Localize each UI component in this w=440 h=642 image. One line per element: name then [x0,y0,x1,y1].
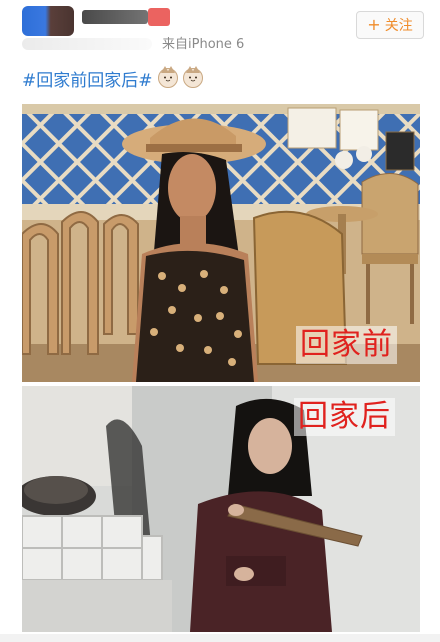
caption-before: 回家前 [296,326,397,364]
card-divider [0,634,440,642]
post-source: 来自iPhone 6 [162,37,245,52]
photo-after[interactable]: 回家后 [22,386,420,632]
username-obscured[interactable] [82,10,148,24]
weibo-post-card: 来自iPhone 6 + 关注 #回家前回家后# 回家前 回家后 [0,0,440,642]
follow-button[interactable]: + 关注 [356,11,424,39]
cat-face-icon [182,66,203,88]
caption-after: 回家后 [294,398,395,436]
cat-face-icon [157,66,178,88]
user-badge-obscured [148,8,170,26]
meta-smudge [22,38,152,50]
hashtag-link[interactable]: #回家前回家后# [22,66,153,91]
follow-label: 关注 [384,18,413,34]
post-header: 来自iPhone 6 + 关注 [0,0,440,58]
plus-icon: + [367,15,381,34]
post-text: #回家前回家后# [22,66,203,91]
avatar[interactable] [22,6,74,36]
post-time-obscured [22,36,152,52]
photo-before[interactable]: 回家前 [22,104,420,382]
